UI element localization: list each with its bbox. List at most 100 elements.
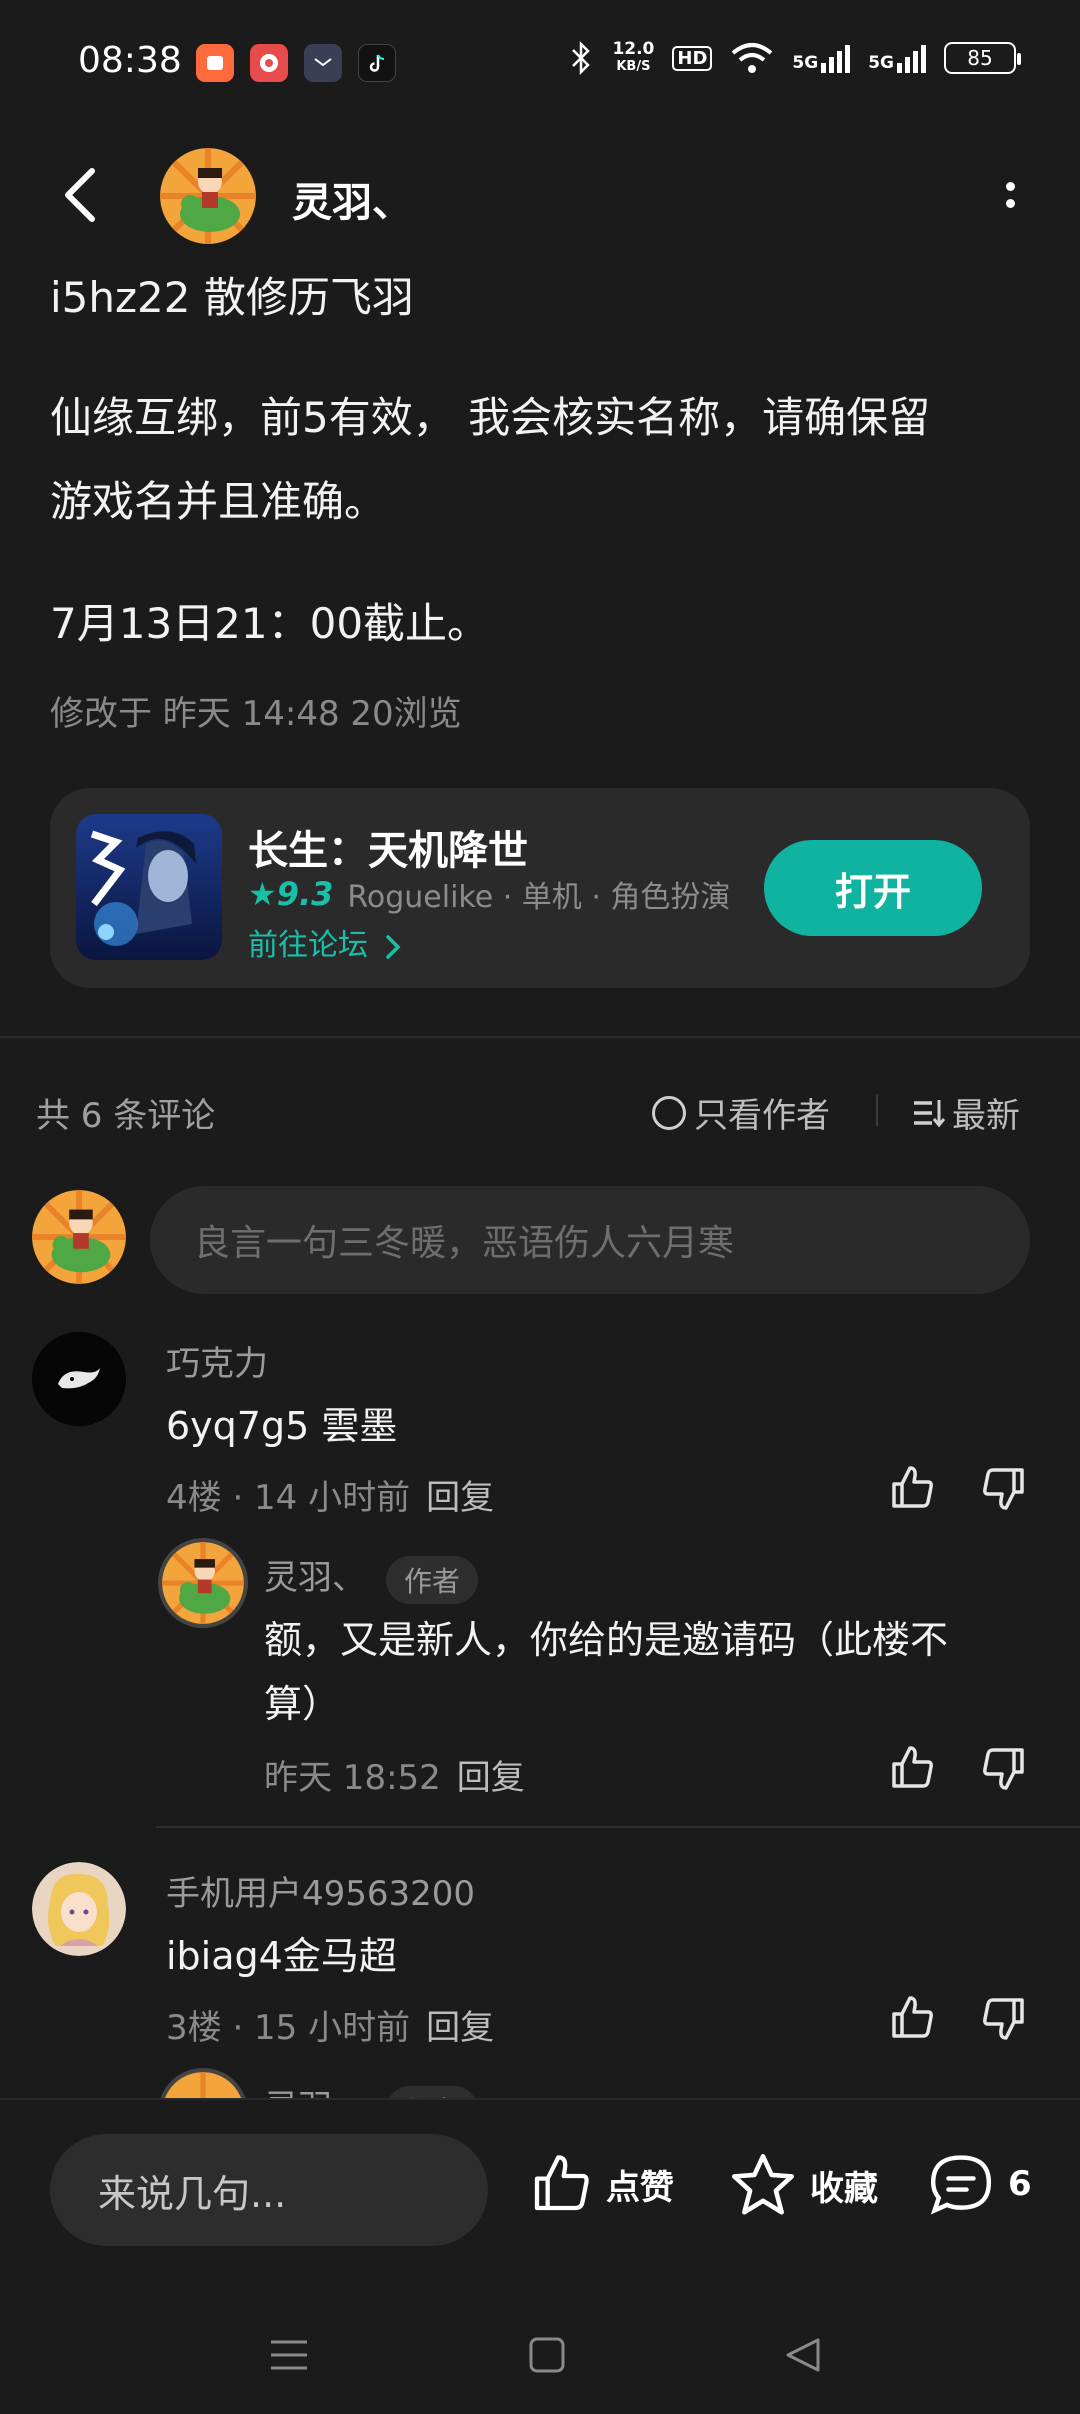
back-button[interactable] bbox=[50, 160, 110, 230]
thumbs-down-icon bbox=[983, 1748, 1024, 1790]
speed-unit: KB/S bbox=[616, 59, 651, 74]
comment-text: ibiag4金马超 bbox=[166, 1934, 397, 1978]
commenter-avatar[interactable] bbox=[32, 1332, 126, 1426]
toolbar-separator bbox=[876, 1094, 878, 1126]
forum-link[interactable]: 前往论坛 bbox=[248, 920, 402, 964]
section-divider bbox=[0, 1036, 1080, 1038]
comment-floor-time: 4楼 · 14 小时前 bbox=[166, 1478, 411, 1518]
dislike-button[interactable] bbox=[976, 1990, 1032, 2046]
comment-input[interactable]: 良言一句三冬暖，恶语伤人六月寒 bbox=[150, 1186, 1030, 1294]
reply-divider bbox=[156, 1826, 1080, 1828]
thumbs-up-icon bbox=[892, 1746, 933, 1788]
only-author-toggle[interactable]: 只看作者 bbox=[652, 1088, 830, 1137]
sort-label: 最新 bbox=[952, 1096, 1020, 1136]
game-rating: ★9.3 bbox=[248, 875, 333, 913]
reply-button[interactable]: 回复 bbox=[426, 2008, 494, 2048]
post-line-3: 游戏名并且准确。 bbox=[50, 477, 387, 526]
more-options-button[interactable] bbox=[980, 160, 1040, 230]
favorite-label: 收藏 bbox=[810, 2168, 878, 2209]
square-icon bbox=[529, 2337, 565, 2373]
comments-button[interactable]: 6 bbox=[926, 2152, 1032, 2216]
reply-author-avatar[interactable] bbox=[158, 1538, 248, 1628]
post-line-4: 7月13日21：00截止。 bbox=[50, 599, 490, 648]
status-bar: 08:38 12.0 KB/S HD 5G 5G 85 bbox=[0, 0, 1080, 130]
game-thumbnail bbox=[76, 814, 222, 960]
like-label: 点赞 bbox=[606, 2167, 674, 2208]
post-header: 灵羽、 bbox=[0, 140, 1080, 250]
battery-indicator: 85 bbox=[944, 42, 1021, 74]
author-name[interactable]: 灵羽、 bbox=[292, 170, 412, 228]
nav-home-button[interactable] bbox=[522, 2330, 572, 2380]
game-rating-row: ★9.3 Roguelike · 单机 · 角色扮演 bbox=[248, 872, 730, 916]
signal-2: 5G bbox=[868, 43, 926, 73]
thumbs-up-icon bbox=[892, 1996, 933, 2038]
favorite-button[interactable]: 收藏 bbox=[728, 2152, 878, 2218]
radio-icon bbox=[652, 1095, 686, 1130]
mail-icon bbox=[304, 44, 342, 82]
like-button[interactable] bbox=[884, 1460, 940, 1516]
game-card[interactable]: 长生：天机降世 ★9.3 Roguelike · 单机 · 角色扮演 前往论坛 … bbox=[50, 788, 1030, 988]
thumbs-down-icon bbox=[983, 1998, 1024, 2040]
chevron-right-icon bbox=[385, 934, 401, 959]
commenter-name[interactable]: 手机用户49563200 bbox=[166, 1866, 475, 1915]
say-something-input[interactable]: 来说几句... bbox=[50, 2134, 488, 2246]
reply-meta: 昨天 18:52 回复 bbox=[264, 1750, 525, 1799]
post-line-2: 仙缘互绑，前5有效， 我会核实名称，请确保留 bbox=[50, 393, 931, 442]
sort-icon bbox=[914, 1099, 946, 1127]
more-dot-icon bbox=[1005, 199, 1015, 208]
thumbs-up-icon bbox=[892, 1466, 933, 1508]
commenter-avatar[interactable] bbox=[32, 1862, 126, 1956]
bottom-action-bar: 来说几句... 点赞 收藏 6 bbox=[0, 2098, 1080, 2288]
reply-author-name[interactable]: 灵羽、 bbox=[264, 1558, 366, 1598]
wifi-icon bbox=[732, 43, 773, 73]
chevron-left-icon bbox=[65, 168, 95, 222]
post-line-1: i5hz22 散修历飞羽 bbox=[50, 273, 414, 322]
hd-indicator: HD bbox=[672, 45, 713, 71]
sort-button[interactable]: 最新 bbox=[912, 1088, 1020, 1137]
only-author-label: 只看作者 bbox=[694, 1096, 830, 1136]
notification-icons bbox=[196, 44, 396, 82]
signal-1: 5G bbox=[792, 43, 851, 73]
menu-icon bbox=[271, 2340, 307, 2370]
reply-text-line-2: 算） bbox=[264, 1682, 341, 1726]
app-notification-orange-icon bbox=[196, 44, 234, 82]
dislike-button[interactable] bbox=[976, 1740, 1032, 1796]
comment-floor-time: 3楼 · 15 小时前 bbox=[166, 2008, 411, 2048]
game-title: 长生：天机降世 bbox=[248, 828, 528, 874]
thumbs-down-icon bbox=[983, 1468, 1024, 1510]
dislike-button[interactable] bbox=[976, 1460, 1032, 1516]
commenter-name[interactable]: 巧克力 bbox=[166, 1336, 268, 1385]
network-speed: 12.0 KB/S bbox=[612, 40, 654, 76]
star-icon: ★ bbox=[248, 875, 277, 913]
comment-meta: 4楼 · 14 小时前 回复 bbox=[166, 1470, 494, 1519]
signal-2-label: 5G bbox=[868, 53, 894, 73]
comment-meta: 3楼 · 15 小时前 回复 bbox=[166, 2000, 494, 2049]
author-avatar[interactable] bbox=[160, 148, 256, 244]
reply-button[interactable]: 回复 bbox=[457, 1758, 525, 1798]
system-nav-bar bbox=[0, 2288, 1080, 2414]
post-meta: 修改于 昨天 14:48 20浏览 bbox=[50, 694, 462, 734]
nav-back-button[interactable] bbox=[778, 2330, 828, 2380]
comment-bubble-icon bbox=[930, 2155, 992, 2215]
comment-count: 共 6 条评论 bbox=[36, 1096, 216, 1136]
like-button[interactable] bbox=[884, 1990, 940, 2046]
forum-link-label: 前往论坛 bbox=[248, 928, 368, 963]
signal-1-label: 5G bbox=[792, 53, 819, 73]
reply-text-line-1: 额，又是新人，你给的是邀请码（此楼不 bbox=[264, 1618, 949, 1662]
bluetooth-icon bbox=[572, 41, 591, 75]
like-button[interactable] bbox=[884, 1740, 940, 1796]
comment-count-label: 6 bbox=[1008, 2164, 1032, 2204]
open-game-button[interactable]: 打开 bbox=[764, 840, 982, 936]
reply-time: 昨天 18:52 bbox=[264, 1758, 441, 1798]
comment-text: 6yq7g5 雲墨 bbox=[166, 1404, 398, 1448]
author-badge: 作者 bbox=[386, 1555, 479, 1604]
app-notification-red-icon bbox=[250, 44, 288, 82]
speed-value: 12.0 bbox=[612, 39, 655, 59]
like-post-button[interactable]: 点赞 bbox=[528, 2152, 674, 2216]
reply-author-line: 灵羽、作者 bbox=[264, 1550, 479, 1604]
thumbs-up-icon bbox=[534, 2155, 589, 2211]
reply-button[interactable]: 回复 bbox=[426, 1478, 494, 1518]
nav-menu-button[interactable] bbox=[264, 2330, 314, 2380]
rating-value: 9.3 bbox=[276, 875, 334, 913]
comment-toolbar: 共 6 条评论 只看作者 最新 bbox=[0, 1080, 1080, 1140]
